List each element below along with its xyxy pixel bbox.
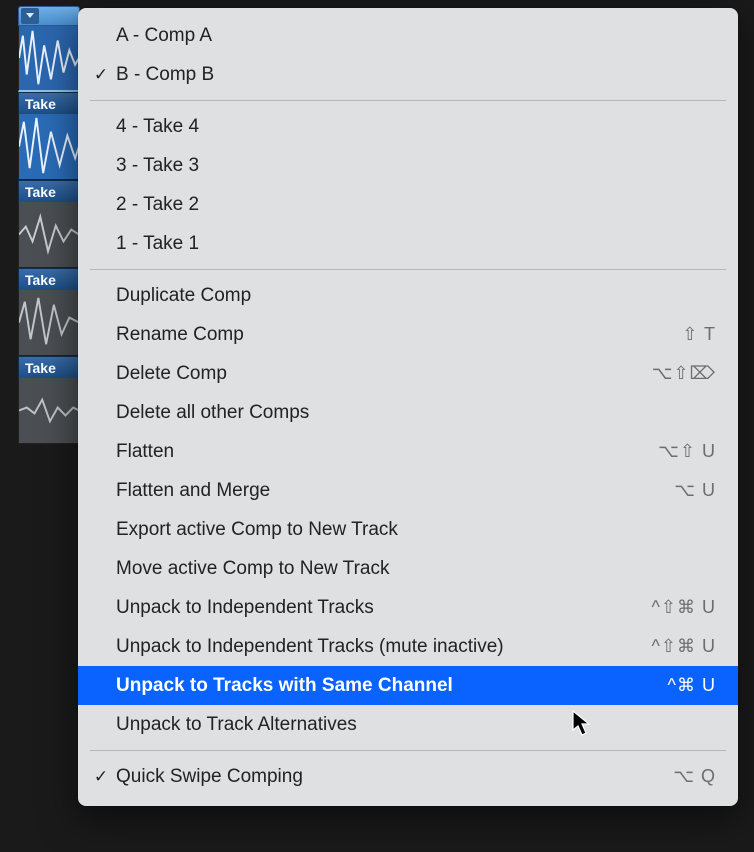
menu-shortcut: ⌥⇧⌦ [652,363,716,384]
menu-item-export-comp-new-track[interactable]: Export active Comp to New Track [78,510,738,549]
menu-separator [90,100,726,101]
menu-item-take-4[interactable]: 4 - Take 4 [78,107,738,146]
comp-header[interactable] [18,6,80,26]
menu-item-delete-other-comps[interactable]: Delete all other Comps [78,393,738,432]
menu-item-duplicate-comp[interactable]: Duplicate Comp [78,276,738,315]
take-label-text: Take [25,96,56,112]
checkmark-icon: ✓ [92,65,110,85]
menu-shortcut: ^⌘ U [668,675,716,696]
menu-item-comp-b[interactable]: ✓ B - Comp B [78,55,738,94]
menu-item-label: Duplicate Comp [116,285,716,307]
take-label-text: Take [25,360,56,376]
menu-item-label: Delete all other Comps [116,402,716,424]
menu-item-label: Unpack to Tracks with Same Channel [116,675,668,697]
menu-separator [90,750,726,751]
menu-item-delete-comp[interactable]: Delete Comp ⌥⇧⌦ [78,354,738,393]
menu-item-label: Flatten and Merge [116,480,674,502]
take-waveform[interactable] [18,290,80,356]
menu-item-label: Unpack to Independent Tracks (mute inact… [116,636,651,658]
menu-item-take-3[interactable]: 3 - Take 3 [78,146,738,185]
menu-item-label: 3 - Take 3 [116,155,716,177]
menu-item-unpack-independent[interactable]: Unpack to Independent Tracks ^⇧⌘ U [78,588,738,627]
menu-item-label: 1 - Take 1 [116,233,716,255]
menu-shortcut: ^⇧⌘ U [651,636,716,657]
checkmark-icon: ✓ [92,767,110,787]
chevron-down-icon [25,12,35,20]
take-label-text: Take [25,272,56,288]
menu-shortcut: ⌥ U [674,480,716,501]
take-waveform[interactable] [18,202,80,268]
menu-separator [90,269,726,270]
menu-shortcut: ⇧ T [682,324,716,345]
menu-item-label: Export active Comp to New Track [116,519,716,541]
menu-item-label: Delete Comp [116,363,652,385]
menu-item-label: 4 - Take 4 [116,116,716,138]
take-label[interactable]: Take [18,268,80,290]
take-label[interactable]: Take [18,356,80,378]
comp-dropdown-trigger[interactable] [21,8,39,24]
menu-item-label: 2 - Take 2 [116,194,716,216]
menu-item-unpack-alternatives[interactable]: Unpack to Track Alternatives [78,705,738,744]
take-label[interactable]: Take [18,180,80,202]
menu-item-flatten[interactable]: Flatten ⌥⇧ U [78,432,738,471]
menu-item-flatten-merge[interactable]: Flatten and Merge ⌥ U [78,471,738,510]
menu-item-unpack-same-channel[interactable]: Unpack to Tracks with Same Channel ^⌘ U [78,666,738,705]
menu-item-label: Unpack to Track Alternatives [116,714,716,736]
take-waveform[interactable] [18,114,80,180]
menu-item-label: Unpack to Independent Tracks [116,597,651,619]
menu-item-label: A - Comp A [116,25,716,47]
menu-item-label: B - Comp B [116,64,716,86]
menu-shortcut: ⌥ Q [673,766,716,787]
menu-shortcut: ^⇧⌘ U [651,597,716,618]
comp-context-menu: A - Comp A ✓ B - Comp B 4 - Take 4 3 - T… [78,8,738,806]
take-label-text: Take [25,184,56,200]
menu-item-label: Quick Swipe Comping [116,766,673,788]
menu-item-move-comp-new-track[interactable]: Move active Comp to New Track [78,549,738,588]
menu-item-rename-comp[interactable]: Rename Comp ⇧ T [78,315,738,354]
tracks-column: Take Take Take Take [18,6,80,444]
menu-item-label: Rename Comp [116,324,682,346]
menu-item-quick-swipe-comping[interactable]: ✓ Quick Swipe Comping ⌥ Q [78,757,738,796]
menu-item-label: Move active Comp to New Track [116,558,716,580]
menu-item-take-2[interactable]: 2 - Take 2 [78,185,738,224]
menu-item-label: Flatten [116,441,658,463]
menu-item-unpack-independent-mute[interactable]: Unpack to Independent Tracks (mute inact… [78,627,738,666]
take-waveform[interactable] [18,378,80,444]
take-label[interactable]: Take [18,92,80,114]
menu-shortcut: ⌥⇧ U [658,441,716,462]
comp-waveform[interactable] [18,26,80,92]
menu-item-take-1[interactable]: 1 - Take 1 [78,224,738,263]
menu-item-comp-a[interactable]: A - Comp A [78,16,738,55]
